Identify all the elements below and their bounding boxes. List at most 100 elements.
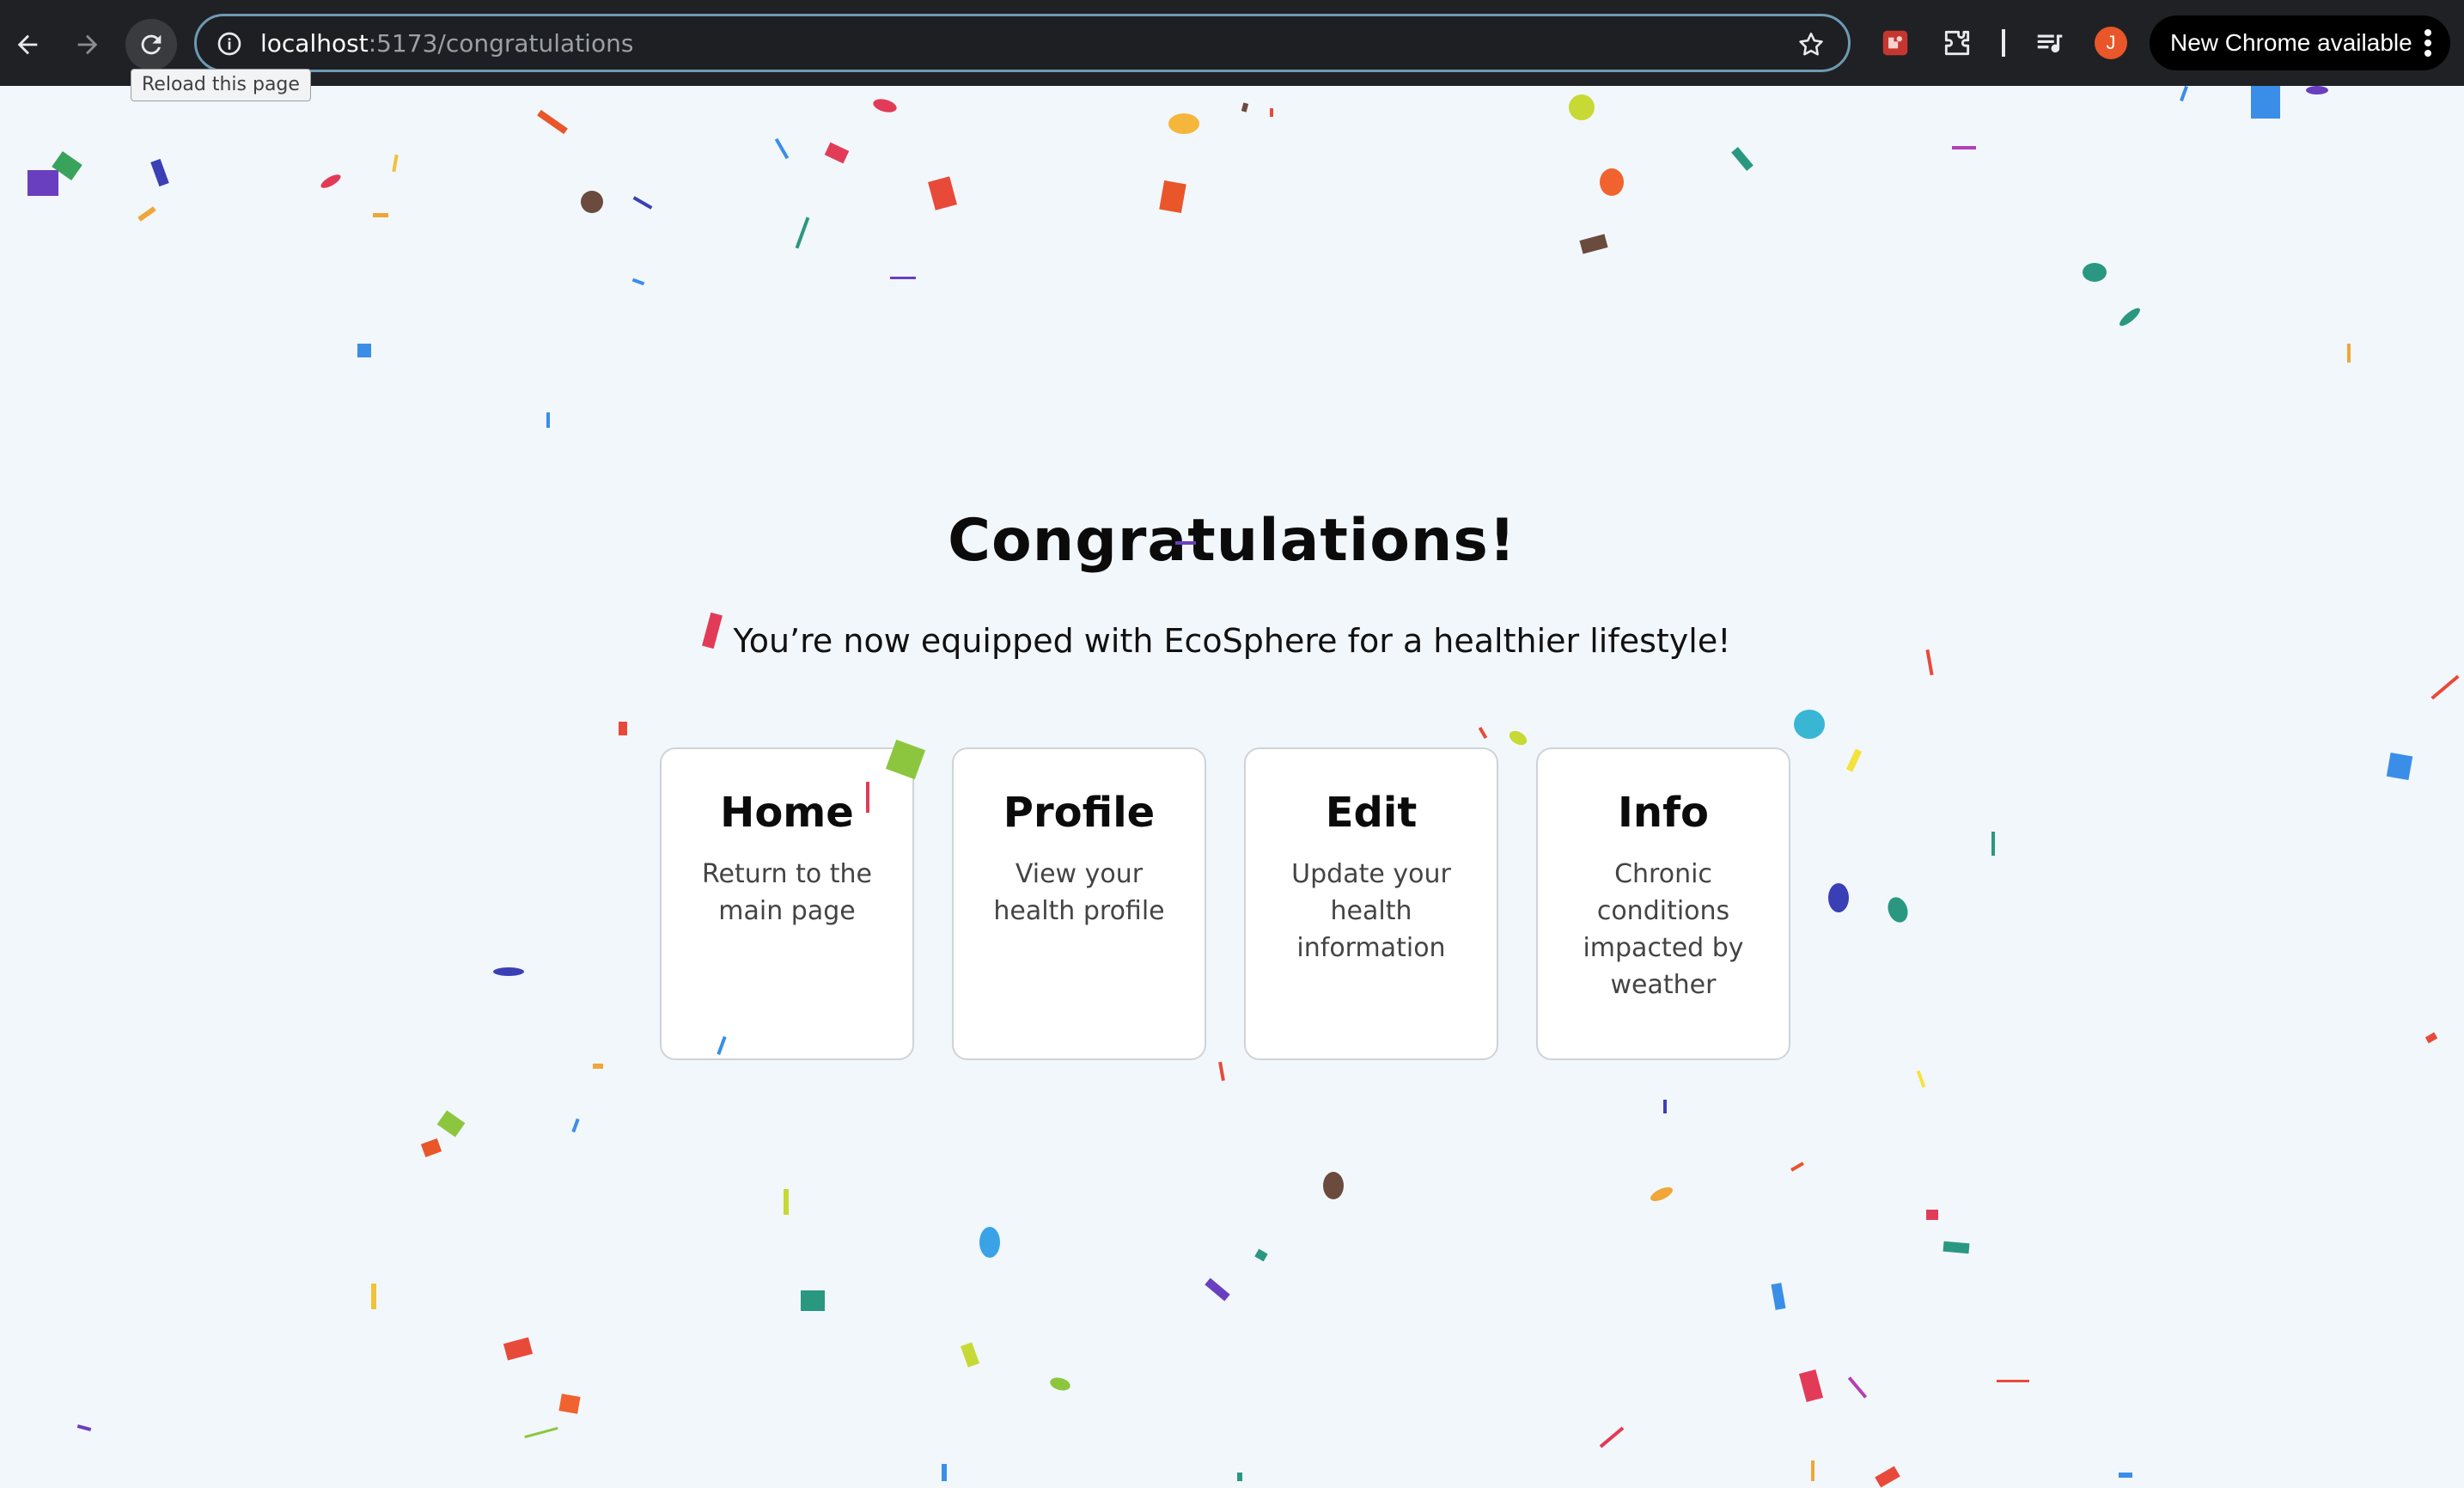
confetti-piece [2117, 305, 2143, 329]
back-button[interactable] [2, 19, 53, 70]
confetti-piece [371, 1284, 376, 1309]
confetti-piece [801, 1290, 825, 1311]
confetti-piece [1323, 1172, 1344, 1199]
confetti-piece [1663, 1100, 1667, 1113]
confetti-piece [1237, 1473, 1242, 1481]
confetti-piece [619, 722, 627, 735]
card-description: Chronic conditions impacted by weather [1583, 859, 1744, 1000]
confetti-piece [1811, 1461, 1814, 1481]
card-title: Edit [1325, 789, 1418, 837]
card-title: Info [1618, 789, 1709, 837]
confetti-piece [319, 172, 343, 191]
reload-button[interactable] [125, 19, 177, 70]
bookmark-star-icon[interactable] [1796, 30, 1826, 59]
confetti-piece [979, 1227, 1000, 1258]
confetti-piece [558, 1393, 581, 1414]
confetti-piece [2180, 85, 2188, 102]
confetti-piece [1168, 113, 1199, 134]
confetti-piece [2119, 1473, 2132, 1478]
url-host: localhost [260, 29, 369, 58]
playlist-icon [2037, 34, 2063, 53]
confetti-piece [866, 782, 869, 813]
address-bar[interactable]: localhost:5173/congratulations [194, 14, 1851, 72]
confetti-piece [581, 191, 603, 213]
confetti-piece [1648, 1184, 1675, 1204]
info-card[interactable]: Info Chronic conditions impacted by weat… [1536, 747, 1790, 1060]
confetti-piece [1771, 1283, 1786, 1310]
confetti-piece [631, 277, 645, 286]
url-text[interactable]: localhost:5173/congratulations [260, 30, 633, 58]
media-control-button[interactable] [2033, 26, 2067, 60]
confetti-piece [774, 137, 790, 160]
confetti-piece [524, 1426, 558, 1439]
card-description: Return to the main page [702, 859, 872, 926]
confetti-piece [928, 176, 957, 210]
toolbar-divider [2002, 29, 2005, 57]
confetti-piece [1794, 710, 1825, 739]
home-card[interactable]: Home Return to the main page [660, 747, 914, 1060]
confetti-piece [137, 206, 156, 222]
url-path: :5173/congratulations [368, 29, 634, 58]
chrome-update-button[interactable]: New Chrome available [2150, 15, 2450, 70]
confetti-piece [1997, 1380, 2029, 1382]
card-title: Home [720, 789, 854, 837]
confetti-piece [890, 277, 916, 279]
confetti-piece [1241, 102, 1249, 113]
red-extension-icon [1882, 30, 1908, 56]
reload-icon [141, 34, 162, 55]
confetti-piece [1600, 168, 1624, 196]
confetti-piece [357, 344, 371, 357]
confetti-piece [493, 967, 524, 976]
confetti-piece [1943, 1241, 1970, 1254]
confetti-piece [1790, 1162, 1804, 1172]
confetti-piece [1175, 541, 1196, 545]
confetti-piece [632, 196, 653, 210]
confetti-piece [871, 96, 899, 115]
congratulations-page: Congratulations! You’re now equipped wit… [0, 85, 2464, 1488]
confetti-piece [2251, 86, 2280, 119]
card-description: Update your health information [1291, 859, 1451, 963]
confetti-piece [1845, 748, 1863, 772]
card-description: View your health profile [993, 859, 1165, 926]
confetti-piece [2386, 752, 2413, 781]
reload-tooltip: Reload this page [131, 69, 311, 101]
confetti-piece [1847, 1376, 1868, 1399]
confetti-piece [150, 158, 169, 187]
confetti-piece [392, 154, 399, 173]
confetti-piece [420, 1138, 442, 1157]
confetti-piece [373, 213, 388, 217]
kebab-menu-icon[interactable] [2424, 29, 2431, 57]
card-title: Profile [1003, 789, 1156, 837]
edit-card[interactable]: Edit Update your health information [1244, 747, 1498, 1060]
confetti-piece [1218, 1061, 1225, 1082]
profile-card[interactable]: Profile View your health profile [952, 747, 1206, 1060]
forward-button[interactable] [62, 19, 113, 70]
confetti-piece [2347, 344, 2351, 363]
browser-toolbar: localhost:5173/congratulations J New Chr… [0, 0, 2464, 86]
confetti-piece [1048, 1375, 1072, 1393]
extension-icon[interactable] [1878, 26, 1912, 60]
extensions-button[interactable] [1940, 26, 1974, 60]
confetti-piece [1569, 95, 1595, 120]
confetti-piece [1270, 108, 1273, 117]
profile-avatar[interactable]: J [2095, 27, 2127, 59]
confetti-piece [27, 170, 58, 196]
confetti-piece [571, 1118, 580, 1133]
back-arrow-icon [17, 34, 38, 55]
confetti-piece [942, 1464, 947, 1481]
confetti-piece [824, 142, 850, 164]
forward-arrow-icon [77, 34, 98, 55]
confetti-piece [1798, 1369, 1824, 1403]
page-subtitle: You’re now equipped with EcoSphere for a… [733, 622, 1731, 660]
confetti-piece [1926, 1210, 1938, 1220]
confetti-piece [1991, 832, 1995, 856]
confetti-piece [1952, 146, 1976, 149]
confetti-piece [1159, 180, 1186, 213]
confetti-piece [503, 1337, 534, 1361]
confetti-piece [795, 216, 810, 249]
site-info-icon[interactable] [216, 30, 243, 58]
confetti-piece [784, 1189, 789, 1215]
confetti-piece [546, 412, 550, 428]
confetti-piece [1828, 883, 1849, 912]
confetti-piece [1731, 147, 1753, 171]
